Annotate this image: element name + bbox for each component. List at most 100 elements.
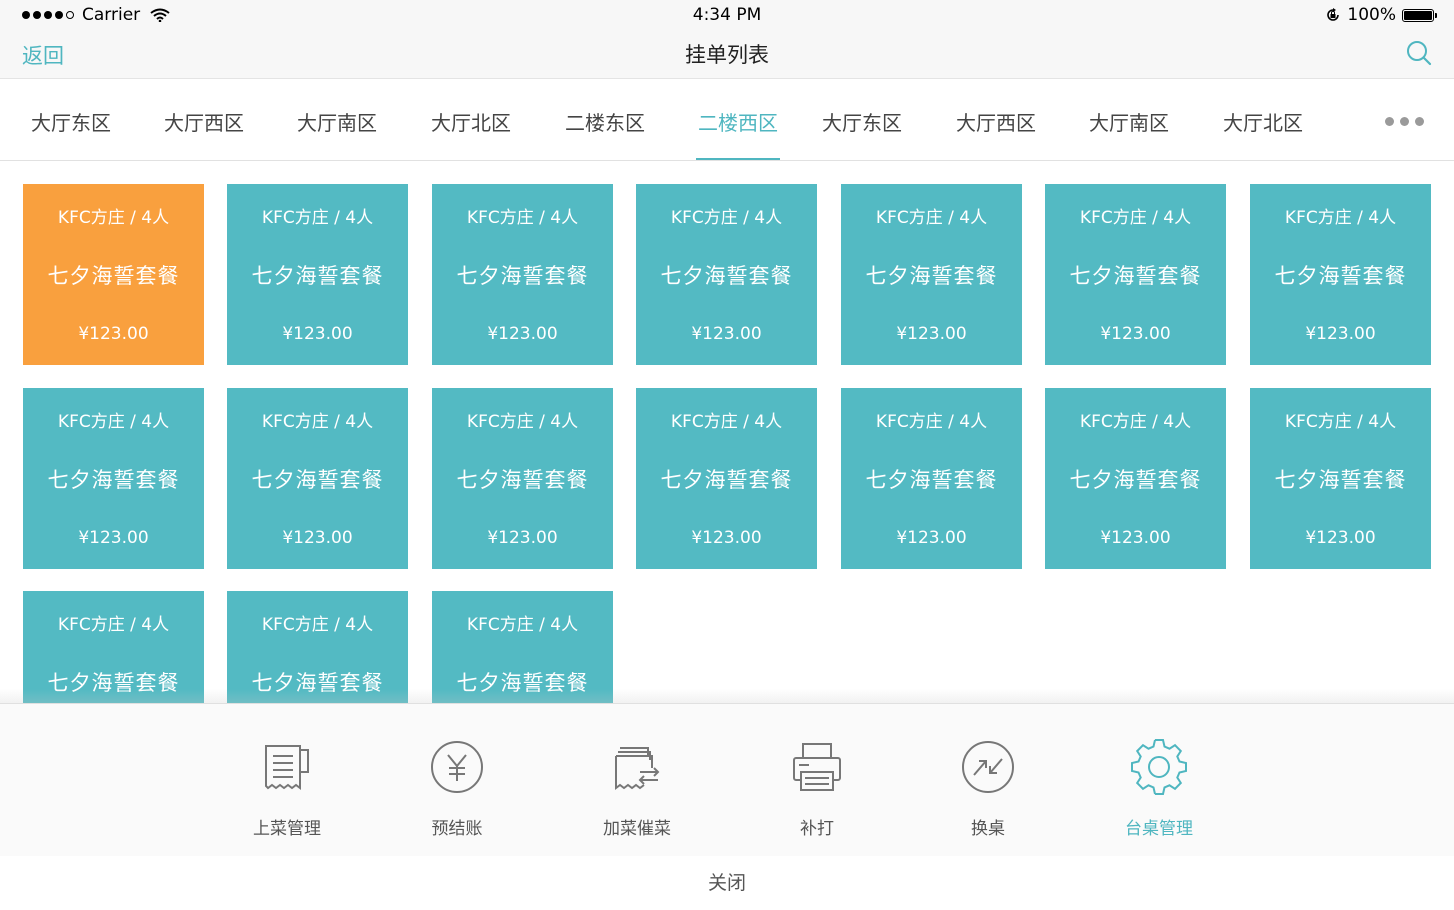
tab-area-2[interactable]: 大厅西区 [164,79,244,160]
order-card-price: ¥123.00 [691,528,762,548]
order-grid: KFC方庄 / 4人 七夕海誓套餐 ¥123.00 KFC方庄 / 4人 七夕海誓套餐 ¥… [0,161,1454,703]
order-card-name: 七夕海誓套餐 [456,468,589,492]
order-card-name: 七夕海誓套餐 [1069,264,1202,288]
order-card-name: 七夕海誓套餐 [660,468,793,492]
order-card[interactable]: KFC方庄 / 4人七夕海誓套餐 ¥123.00 [1045,184,1226,365]
order-card[interactable]: KFC方庄 / 4人 七夕海誓套餐 ¥123.00 [1250,388,1431,569]
order-card-title: KFC方庄 / 4人 [875,208,988,228]
order-card-name: 七夕海誓套餐 [251,264,384,288]
more-tabs-icon[interactable] [1385,117,1424,126]
order-card-name: 七夕海誓套餐 [47,264,180,288]
order-card-name: 七夕海誓套餐 [865,264,998,288]
order-card-price: ¥123.00 [896,528,967,548]
battery-icon [1402,8,1437,22]
add-dish-icon [615,747,660,790]
table-management-button[interactable]: 台桌管理 [1099,734,1219,839]
pre-checkout-label: 预结账 [431,819,483,839]
pre-checkout-button[interactable]: 预结账 [397,734,517,839]
status-bar: Carrier 4:34 PM 100% [0,0,1454,30]
battery-percent: 100% [1347,5,1396,25]
swap-table-icon [962,741,1014,793]
tab-area-4[interactable]: 大厅北区 [431,79,511,160]
reprint-button[interactable]: 补打 [757,734,877,839]
status-time: 4:34 PM [692,5,762,25]
order-card-title: KFC方庄 / 4人 [57,208,170,228]
order-card-name: 七夕海誓套餐 [660,264,793,288]
tab-area-3[interactable]: 大厅南区 [297,79,377,160]
order-card[interactable]: KFC方庄 / 4人 七夕海誓套餐 [227,591,408,703]
order-card-name: 七夕海誓套餐 [865,468,998,492]
status-right: 100% [1325,5,1437,25]
order-card[interactable]: KFC方庄 / 4人七夕海誓套餐 ¥123.00 [432,184,613,365]
page-title: 挂单列表 [685,43,769,67]
rotation-lock-icon [1327,8,1340,21]
tab-area-7[interactable]: 大厅东区 [822,79,902,160]
order-card-title: KFC方庄 / 4人 [261,412,374,432]
order-card-price: ¥123.00 [78,528,149,548]
area-tabs: 大厅东区 大厅西区 大厅南区 大厅北区 二楼东区 二楼西区 大厅东区 大厅西区 … [0,79,1454,161]
order-card-title: KFC方庄 / 4人 [1079,208,1192,228]
gear-icon [1131,739,1187,795]
order-card-title: KFC方庄 / 4人 [57,412,170,432]
order-card[interactable]: KFC方庄 / 4人七夕海誓套餐 ¥123.00 [23,184,204,365]
order-card-name: 七夕海誓套餐 [251,468,384,492]
order-card-price: ¥123.00 [691,324,762,344]
order-card[interactable]: KFC方庄 / 4人七夕海誓套餐 ¥123.00 [227,388,408,569]
order-card-price: ¥123.00 [487,528,558,548]
order-card-price: ¥123.00 [1100,528,1171,548]
order-card-name: 七夕海誓套餐 [47,468,180,492]
action-bar: 上菜管理 预结账 加菜催菜 补打 换桌 台桌管理 [0,703,1454,857]
order-card-title: KFC方庄 / 4人 [1284,208,1397,228]
add-urge-dish-label: 加菜催菜 [603,819,671,839]
order-card-title: KFC方庄 / 4人 [670,208,783,228]
search-icon[interactable] [1406,40,1432,66]
nav-bar: 返回 挂单列表 [0,30,1454,79]
order-card-name: 七夕海誓套餐 [1274,468,1407,492]
order-card[interactable]: KFC方庄 / 4人七夕海誓套餐 ¥123.00 [841,388,1022,569]
order-card[interactable]: KFC方庄 / 4人 七夕海誓套餐 ¥123.00 [432,388,613,569]
tab-area-5[interactable]: 二楼东区 [565,79,645,160]
order-card-title: KFC方庄 / 4人 [261,615,374,635]
order-card-title: KFC方庄 / 4人 [57,615,170,635]
order-card-price: ¥123.00 [1100,324,1171,344]
swap-table-button[interactable]: 换桌 [928,734,1048,839]
serve-management-button[interactable]: 上菜管理 [227,734,347,839]
order-card[interactable]: KFC方庄 / 4人七夕海誓套餐 ¥123.00 [1250,184,1431,365]
order-card-price: ¥123.00 [1305,528,1376,548]
reprint-label: 补打 [800,819,834,839]
order-card-title: KFC方庄 / 4人 [875,412,988,432]
tab-area-6[interactable]: 二楼西区 [696,79,780,160]
add-urge-dish-button[interactable]: 加菜催菜 [577,734,697,839]
order-card-name: 七夕海誓套餐 [456,264,589,288]
order-card-title: KFC方庄 / 4人 [466,208,579,228]
order-card[interactable]: KFC方庄 / 4人 七夕海誓套餐 [23,591,204,703]
order-card[interactable]: KFC方庄 / 4人 七夕海誓套餐 ¥123.00 [636,388,817,569]
order-card-title: KFC方庄 / 4人 [261,208,374,228]
close-button[interactable]: 关闭 [0,856,1454,908]
order-card-price: ¥123.00 [282,528,353,548]
order-card-price: ¥123.00 [1305,324,1376,344]
swap-table-label: 换桌 [971,819,1005,839]
order-card[interactable]: KFC方庄 / 4人七夕海誓套餐 ¥123.00 [1045,388,1226,569]
order-card[interactable]: KFC方庄 / 4人七夕海誓套餐 ¥123.00 [227,184,408,365]
yuan-coin-icon [431,741,483,793]
grid-fade [0,689,1454,703]
order-card[interactable]: KFC方庄 / 4人七夕海誓套餐 ¥123.00 [636,184,817,365]
tab-area-10[interactable]: 大厅北区 [1223,79,1303,160]
tab-area-1[interactable]: 大厅东区 [31,79,111,160]
order-card-price: ¥123.00 [78,324,149,344]
order-card-title: KFC方庄 / 4人 [466,615,579,635]
order-card[interactable]: KFC方庄 / 4人 七夕海誓套餐 [432,591,613,703]
tab-area-8[interactable]: 大厅西区 [956,79,1036,160]
tab-area-9[interactable]: 大厅南区 [1089,79,1169,160]
serve-management-label: 上菜管理 [253,819,321,839]
order-card[interactable]: KFC方庄 / 4人七夕海誓套餐 ¥123.00 [23,388,204,569]
order-card-price: ¥123.00 [282,324,353,344]
order-card-name: 七夕海誓套餐 [1069,468,1202,492]
order-card-title: KFC方庄 / 4人 [1079,412,1192,432]
printer-icon [793,743,841,791]
order-card[interactable]: KFC方庄 / 4人 七夕海誓套餐 ¥123.00 [841,184,1022,365]
order-card-name: 七夕海誓套餐 [1274,264,1407,288]
order-card-price: ¥123.00 [487,324,558,344]
serve-list-icon [265,745,309,790]
